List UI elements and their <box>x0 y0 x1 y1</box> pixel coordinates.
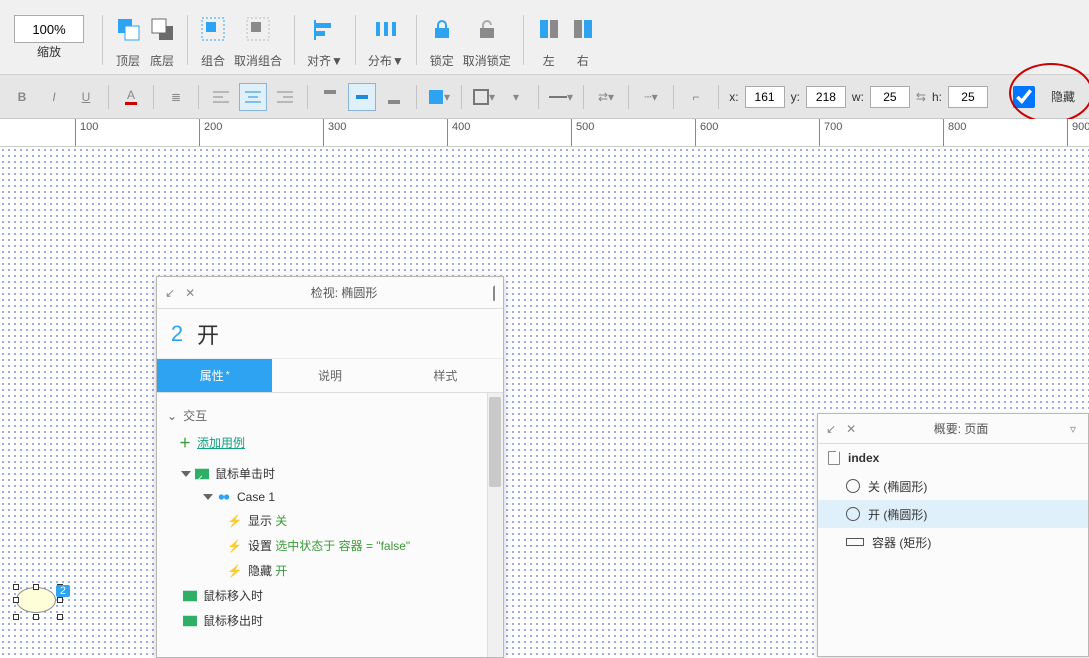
tab-style[interactable]: 样式 <box>388 359 503 393</box>
align-left-button[interactable] <box>207 83 235 111</box>
dock-left-icon <box>536 16 562 42</box>
outline-title: 概要: 页面 <box>856 420 1066 437</box>
group-button[interactable]: 组合 <box>200 10 226 69</box>
dock-right-icon <box>570 16 596 42</box>
main-toolbar: 缩放 顶层 底层 组合 取消组合 对齐▼ 分布▼ 锁定 取消锁定 左 <box>0 0 1089 75</box>
outline-item[interactable]: 开 (椭圆形) <box>818 500 1088 528</box>
y-label: y: <box>791 90 800 104</box>
action-set[interactable]: ⚡ 设置 选中状态于 容器 = "false" <box>169 533 499 558</box>
outline-item[interactable]: 容器 (矩形) <box>818 528 1088 556</box>
panel-close-icon[interactable]: ✕ <box>185 286 195 300</box>
line-width-button[interactable]: ▾ <box>502 83 530 111</box>
fill-color-button[interactable]: ▾ <box>425 83 453 111</box>
h-input[interactable] <box>948 86 988 108</box>
valign-top-button[interactable] <box>316 83 344 111</box>
action-hide[interactable]: ⚡ 隐藏 开 <box>169 558 499 583</box>
filter-icon[interactable]: ▿ <box>1066 422 1080 436</box>
inspector-tabs: 属性* 说明 样式 <box>157 359 503 393</box>
dock-left-button[interactable]: 左 <box>536 10 562 69</box>
hidden-checkbox[interactable] <box>1004 86 1044 108</box>
shape-icon <box>846 479 860 493</box>
format-toolbar: B I U A ≣ ▾ ▾ ▾ ▾ ⇄▾ ┄▾ ⌐ x: y: w: ⇆ h: … <box>0 75 1089 119</box>
outline-pin-icon[interactable]: ↙ <box>826 422 836 436</box>
valign-middle-button[interactable] <box>348 83 376 111</box>
valign-bottom-button[interactable] <box>380 83 408 111</box>
text-color-button[interactable]: A <box>117 83 145 111</box>
case-1[interactable]: Case 1 <box>169 486 499 508</box>
event-onclick[interactable]: 鼠标单击时 <box>169 461 499 486</box>
zoom-input[interactable] <box>14 15 84 43</box>
outline-item[interactable]: 关 (椭圆形) <box>818 472 1088 500</box>
shape-icon <box>846 538 864 546</box>
bold-button[interactable]: B <box>8 83 36 111</box>
w-label: w: <box>852 90 864 104</box>
unlock-icon <box>474 16 500 42</box>
corner-radius-button[interactable]: ⌐ <box>682 83 710 111</box>
italic-button[interactable]: I <box>40 83 68 111</box>
inspector-title: 检视: 椭圆形 <box>195 284 493 301</box>
footnote-badge: 2 <box>56 585 70 597</box>
line-color-button[interactable]: ▾ <box>470 83 498 111</box>
ruler: 1002003004005006007008009001000 <box>0 119 1089 147</box>
section-interactions[interactable]: ⌄ 交互 <box>165 401 499 430</box>
bring-front-button[interactable]: 顶层 <box>115 10 141 69</box>
x-input[interactable] <box>745 86 785 108</box>
group-icon <box>200 16 226 42</box>
inspector-scrollbar[interactable] <box>487 393 503 657</box>
front-icon <box>115 16 141 42</box>
distribute-button[interactable]: 分布▼ <box>368 10 404 69</box>
page-icon[interactable] <box>493 286 495 300</box>
bullets-button[interactable]: ≣ <box>162 83 190 111</box>
distribute-icon <box>373 16 399 42</box>
tab-notes[interactable]: 说明 <box>272 359 387 393</box>
event-mouseenter[interactable]: 鼠标移入时 <box>169 583 499 608</box>
selected-shape[interactable]: 2 <box>16 587 60 617</box>
align-right-button[interactable] <box>271 83 299 111</box>
pin-icon[interactable]: ↙ <box>165 286 175 300</box>
inspector-panel: ↙ ✕ 检视: 椭圆形 2 开 属性* 说明 样式 ⌄ 交互 ＋ 添加用例 鼠标… <box>156 276 504 658</box>
lock-icon <box>429 16 455 42</box>
link-wh-icon[interactable]: ⇆ <box>916 90 926 104</box>
lock-button[interactable]: 锁定 <box>429 10 455 69</box>
page-icon <box>828 451 840 465</box>
ungroup-button[interactable]: 取消组合 <box>234 10 282 69</box>
y-input[interactable] <box>806 86 846 108</box>
x-label: x: <box>729 90 738 104</box>
w-input[interactable] <box>870 86 910 108</box>
align-icon <box>312 16 338 42</box>
align-button[interactable]: 对齐▼ <box>307 10 343 69</box>
outline-panel: ↙ ✕ 概要: 页面 ▿ index 关 (椭圆形)开 (椭圆形)容器 (矩形) <box>817 413 1089 657</box>
dock-right-button[interactable]: 右 <box>570 10 596 69</box>
underline-button[interactable]: U <box>72 83 100 111</box>
line-pattern-button[interactable]: ┄▾ <box>637 83 665 111</box>
line-style-button[interactable]: ▾ <box>547 83 575 111</box>
align-center-button[interactable] <box>239 83 267 111</box>
outline-page[interactable]: index <box>818 444 1088 472</box>
ungroup-icon <box>245 16 271 42</box>
shape-icon <box>846 507 860 521</box>
tab-properties[interactable]: 属性* <box>157 359 272 393</box>
action-show[interactable]: ⚡ 显示 关 <box>169 508 499 533</box>
back-icon <box>149 16 175 42</box>
send-back-button[interactable]: 底层 <box>149 10 175 69</box>
outline-close-icon[interactable]: ✕ <box>846 422 856 436</box>
widget-name[interactable]: 开 <box>197 318 219 350</box>
h-label: h: <box>932 90 942 104</box>
arrow-style-button[interactable]: ⇄▾ <box>592 83 620 111</box>
unlock-button[interactable]: 取消锁定 <box>463 10 511 69</box>
footnote-index: 2 <box>157 321 197 347</box>
hidden-label: 隐藏 <box>1051 88 1075 105</box>
dimensions: x: y: w: ⇆ h: 隐藏 <box>729 81 1081 113</box>
event-mouseleave[interactable]: 鼠标移出时 <box>169 608 499 633</box>
add-case[interactable]: ＋ 添加用例 <box>165 430 499 461</box>
hidden-toggle[interactable]: 隐藏 <box>994 81 1081 113</box>
zoom-label: 缩放 <box>37 43 61 60</box>
